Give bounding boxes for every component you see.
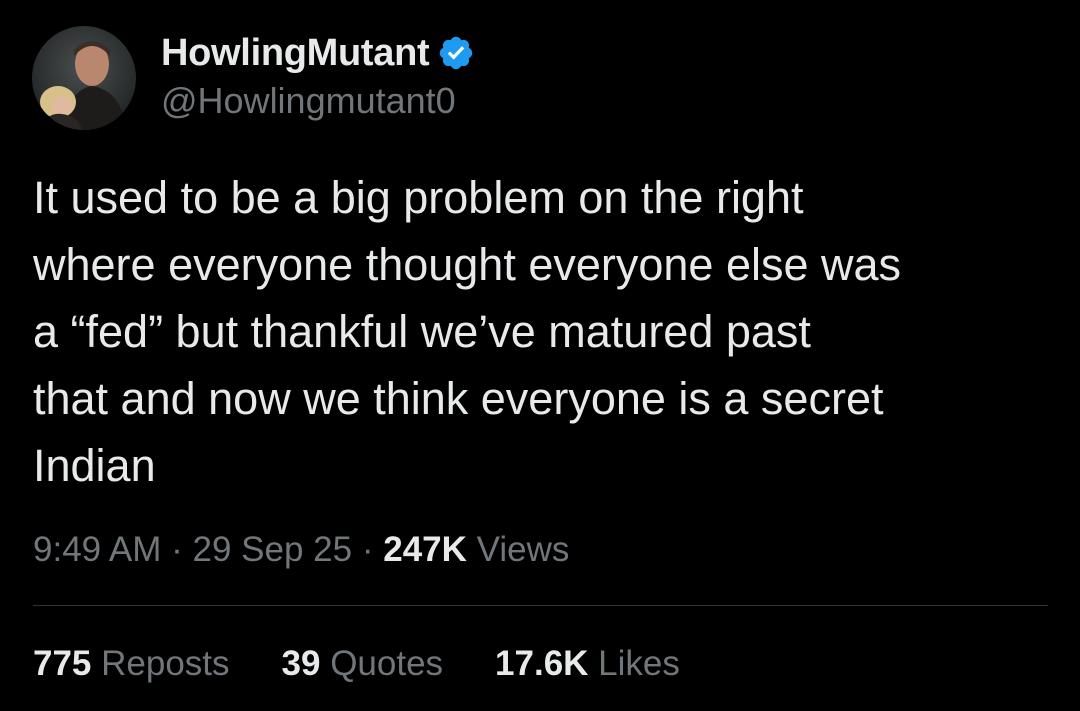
avatar-image	[32, 26, 136, 130]
likes-label: Likes	[588, 644, 680, 683]
tweet-time[interactable]: 9:49 AM	[33, 530, 161, 569]
tweet-date[interactable]: 29 Sep 25	[193, 530, 353, 569]
reposts-stat[interactable]: 775 Reposts	[33, 642, 230, 686]
author-display-name[interactable]: HowlingMutant	[161, 32, 430, 75]
likes-count: 17.6K	[495, 644, 589, 683]
views-label[interactable]: Views	[467, 530, 570, 569]
quotes-stat[interactable]: 39 Quotes	[282, 642, 444, 686]
divider	[33, 605, 1048, 606]
reposts-label: Reposts	[91, 644, 230, 683]
engagement-stats: 775 Reposts 39 Quotes 17.6K Likes	[33, 642, 732, 686]
reposts-count: 775	[33, 644, 92, 683]
author-avatar[interactable]	[32, 26, 136, 130]
author-handle[interactable]: @Howlingmutant0	[161, 80, 456, 122]
meta-separator: ·	[352, 530, 384, 569]
quotes-count: 39	[281, 644, 321, 683]
verified-badge-icon	[437, 34, 475, 72]
author-name-row: HowlingMutant	[161, 28, 475, 78]
likes-stat[interactable]: 17.6K Likes	[495, 642, 680, 686]
tweet-text: It used to be a big problem on the right…	[33, 172, 902, 491]
quotes-label: Quotes	[320, 644, 444, 683]
tweet-card: HowlingMutant @Howlingmutant0 It used to…	[0, 0, 1080, 711]
tweet-metadata: 9:49 AM · 29 Sep 25 · 247K Views	[33, 528, 569, 572]
meta-separator: ·	[161, 530, 193, 569]
views-count[interactable]: 247K	[383, 530, 467, 569]
